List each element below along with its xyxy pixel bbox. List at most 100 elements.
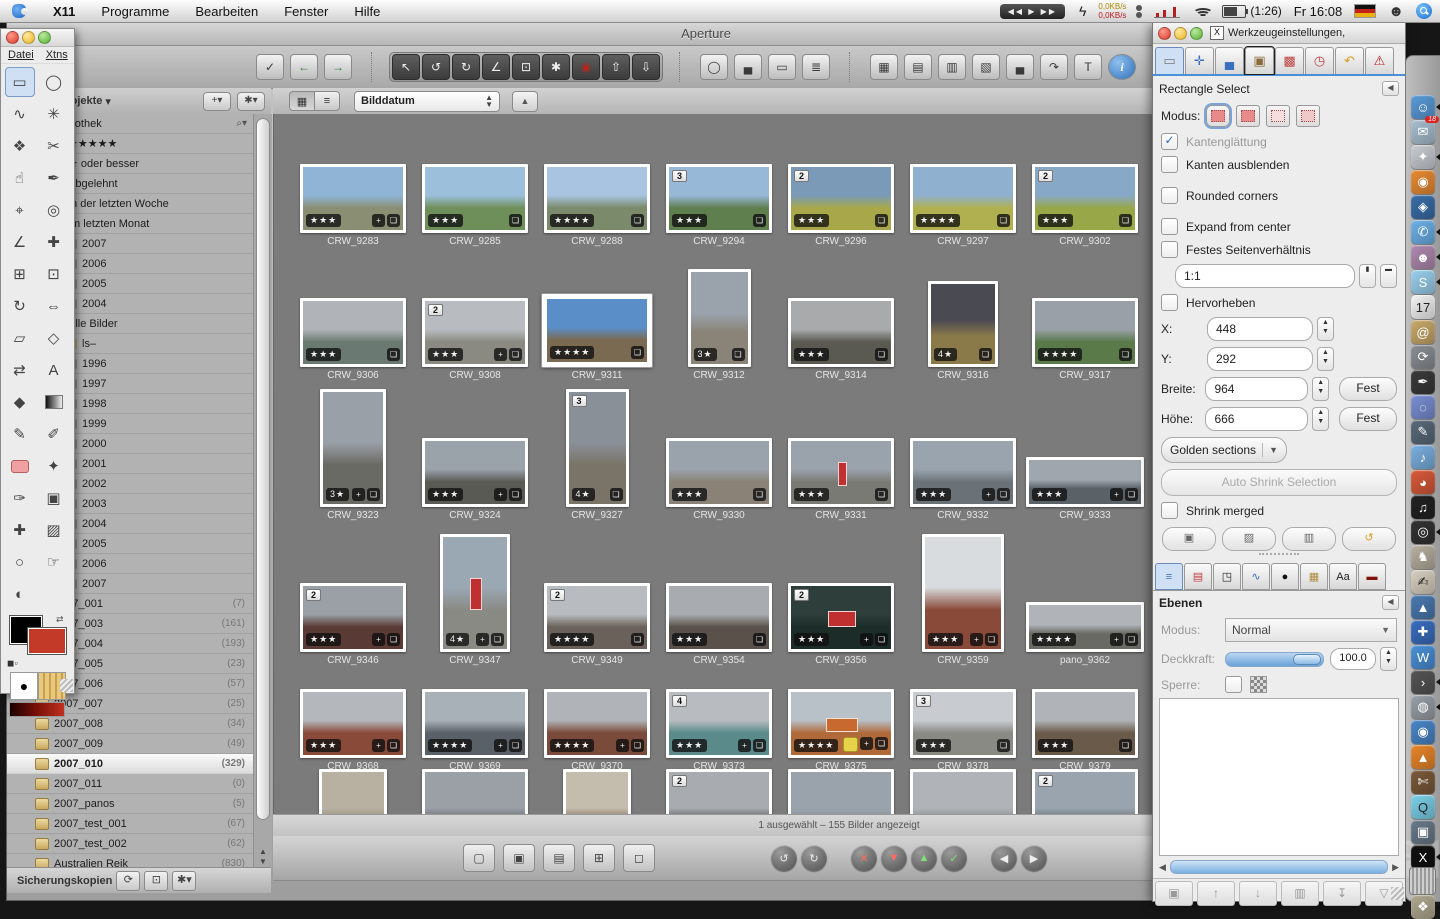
loupe-button[interactable]: ◯	[700, 54, 728, 80]
rounded-checkbox[interactable]	[1161, 187, 1178, 204]
photo-thumbnail[interactable]: ★★★★❏	[544, 164, 650, 233]
height-fest-button[interactable]: Fest	[1339, 407, 1397, 431]
perspective-clone-tool[interactable]: ▨	[39, 515, 69, 545]
dock-item-sync[interactable]: ⟳	[1411, 345, 1435, 369]
rotate-right-tool[interactable]: ↻	[452, 54, 480, 80]
viewer-button[interactable]: ▧	[972, 54, 1000, 80]
close-button[interactable]	[6, 31, 19, 44]
zoom-fit-button[interactable]: ⊞	[583, 844, 615, 872]
guides-combo[interactable]: Golden sections ▼	[1161, 437, 1287, 463]
dock-item-itunes[interactable]: ♪	[1411, 445, 1435, 469]
x-spinner[interactable]: ▲▼	[1317, 317, 1334, 341]
dock-item-safari[interactable]: ✦	[1411, 145, 1435, 169]
opacity-slider[interactable]	[1225, 652, 1324, 667]
dock-item-w-app[interactable]: W	[1411, 645, 1435, 669]
photo-thumbnail[interactable]: 3★+❏	[320, 389, 386, 507]
eraser-tool[interactable]	[5, 451, 35, 481]
adjustments-button[interactable]: ▄	[734, 54, 762, 80]
dock-item-browser-globe[interactable]: ◍	[1411, 695, 1435, 719]
dock-item-skype[interactable]: S	[1411, 270, 1435, 294]
sync-menu-icon[interactable]: ϟ	[1079, 3, 1086, 19]
lock-alpha-icon[interactable]	[1250, 676, 1267, 693]
paths-tool[interactable]: ✒	[39, 163, 69, 193]
gradient-swatch[interactable]	[9, 702, 65, 717]
layers-hscrollbar[interactable]: ◀ ▶	[1159, 860, 1399, 874]
straighten-tool[interactable]: ∠	[482, 54, 510, 80]
photo-thumbnail[interactable]: ★★★2❏	[788, 164, 894, 233]
photo-thumbnail[interactable]: ★★★★❏	[910, 164, 1016, 233]
info-button[interactable]: i	[1108, 54, 1136, 80]
rotate-cw-button[interactable]: ↻	[801, 845, 827, 871]
rotate-left-tool[interactable]: ↺	[422, 54, 450, 80]
split-view-button[interactable]: ▤	[904, 54, 932, 80]
tab-histogram[interactable]: ▄	[1215, 47, 1244, 74]
red-eye-tool[interactable]: ◉	[572, 54, 600, 80]
antialias-row[interactable]: ✓ Kantenglättung	[1161, 133, 1397, 150]
project-row[interactable]: 2007_010(329)	[7, 754, 253, 774]
photo-thumbnail[interactable]: ★★★★❏	[1032, 298, 1138, 367]
photo-thumbnail[interactable]: 4★❏	[928, 281, 998, 367]
dock-item-google-earth[interactable]: ◉	[1411, 720, 1435, 744]
photo-thumbnail[interactable]: 4★3❏	[566, 389, 629, 507]
free-select-tool[interactable]: ∿	[5, 99, 35, 129]
photo-thumbnail[interactable]: 2	[1032, 769, 1138, 814]
toolbox-menu-datei[interactable]: Datei	[8, 49, 34, 61]
photo-thumbnail[interactable]	[563, 769, 631, 814]
dock-item-grab-app[interactable]: ✄	[1411, 770, 1435, 794]
ellipse-select-tool[interactable]: ◯	[39, 67, 69, 97]
fast-user-switch-icon[interactable]: ☻	[1388, 3, 1404, 20]
crop-tool[interactable]: ⊡	[39, 259, 69, 289]
reset-options-button[interactable]: ↺	[1342, 527, 1396, 551]
photo-thumbnail[interactable]	[422, 769, 528, 814]
ink-tool[interactable]: ✑	[5, 483, 35, 513]
fixed-ratio-row[interactable]: Festes Seitenverhältnis	[1161, 241, 1397, 258]
heal-tool[interactable]: ✚	[5, 515, 35, 545]
ratio-input[interactable]: 1:1	[1175, 264, 1355, 288]
photo-thumbnail[interactable]: ★★★★+❏	[1026, 602, 1144, 652]
menu-hilfe[interactable]: Hilfe	[341, 4, 393, 19]
fixed-ratio-checkbox[interactable]	[1161, 241, 1178, 258]
titles-button[interactable]: T	[1074, 54, 1102, 80]
photo-thumbnail[interactable]: ★★★❏	[666, 438, 772, 507]
layer-mode-combo[interactable]: Normal ▼	[1225, 618, 1397, 642]
shrink-merged-checkbox[interactable]	[1161, 502, 1178, 519]
media-controls[interactable]: ◀◀ ▶ ▶▶	[1000, 4, 1065, 19]
y-input[interactable]: 292	[1207, 347, 1313, 371]
dock-item-firefox[interactable]: ◉	[1411, 170, 1435, 194]
photo-thumbnail[interactable]	[910, 769, 1016, 814]
rect-select-tool[interactable]: ▭	[5, 67, 35, 97]
photo-thumbnail-selected[interactable]: ★★★★❏	[542, 294, 652, 367]
mode-intersect-button[interactable]	[1296, 105, 1320, 127]
add-project-button[interactable]: +▾	[203, 92, 231, 111]
perspective-tool[interactable]: ◇	[39, 323, 69, 353]
list-view-toggle[interactable]: ≡	[315, 91, 340, 111]
shrink-merged-row[interactable]: Shrink merged	[1161, 502, 1397, 519]
dock-item-toast[interactable]: ◌	[1411, 395, 1435, 419]
spotlight-icon[interactable]	[1416, 3, 1432, 19]
ratio-portrait-button[interactable]: ▮	[1359, 264, 1376, 288]
opacity-value[interactable]: 100.0	[1330, 648, 1376, 670]
photo-thumbnail[interactable]: ★★★2+❏	[422, 298, 528, 367]
photo-thumbnail[interactable]: ★★★❏	[300, 298, 406, 367]
zoom-tool[interactable]: ◎	[39, 195, 69, 225]
flip-tool[interactable]: ⇄	[5, 355, 35, 385]
tab-undo-history[interactable]: ◷	[1305, 47, 1334, 74]
highlight-checkbox[interactable]	[1161, 294, 1178, 311]
photo-thumbnail[interactable]: ★★★+❏	[300, 164, 406, 233]
tab-layers[interactable]: ≡	[1155, 563, 1183, 590]
highlight-row[interactable]: Hervorheben	[1161, 294, 1397, 311]
photo-thumbnail[interactable]: ★★★❏	[1032, 689, 1138, 758]
color-picker-tool[interactable]: ⌖	[5, 195, 35, 225]
vault-box-button[interactable]: ⊡	[144, 871, 168, 891]
photo-thumbnail[interactable]: ★★★+❏	[300, 689, 406, 758]
tab-gradients[interactable]: ▬	[1358, 563, 1386, 590]
paintbrush-tool[interactable]: ✐	[39, 419, 69, 449]
metadata-button[interactable]: ▭	[768, 54, 796, 80]
dock-item-aperture[interactable]: ◎	[1411, 520, 1435, 544]
anchor-layer-button[interactable]: ↧	[1323, 881, 1361, 906]
project-row[interactable]: 2007_panos(5)	[7, 794, 253, 814]
tool-options-resize-grip[interactable]	[1391, 887, 1404, 900]
hscroll-thumb[interactable]	[1170, 860, 1388, 874]
project-gear-button[interactable]: ✱▾	[237, 92, 265, 111]
scale-tool[interactable]: ⇔	[39, 291, 69, 321]
